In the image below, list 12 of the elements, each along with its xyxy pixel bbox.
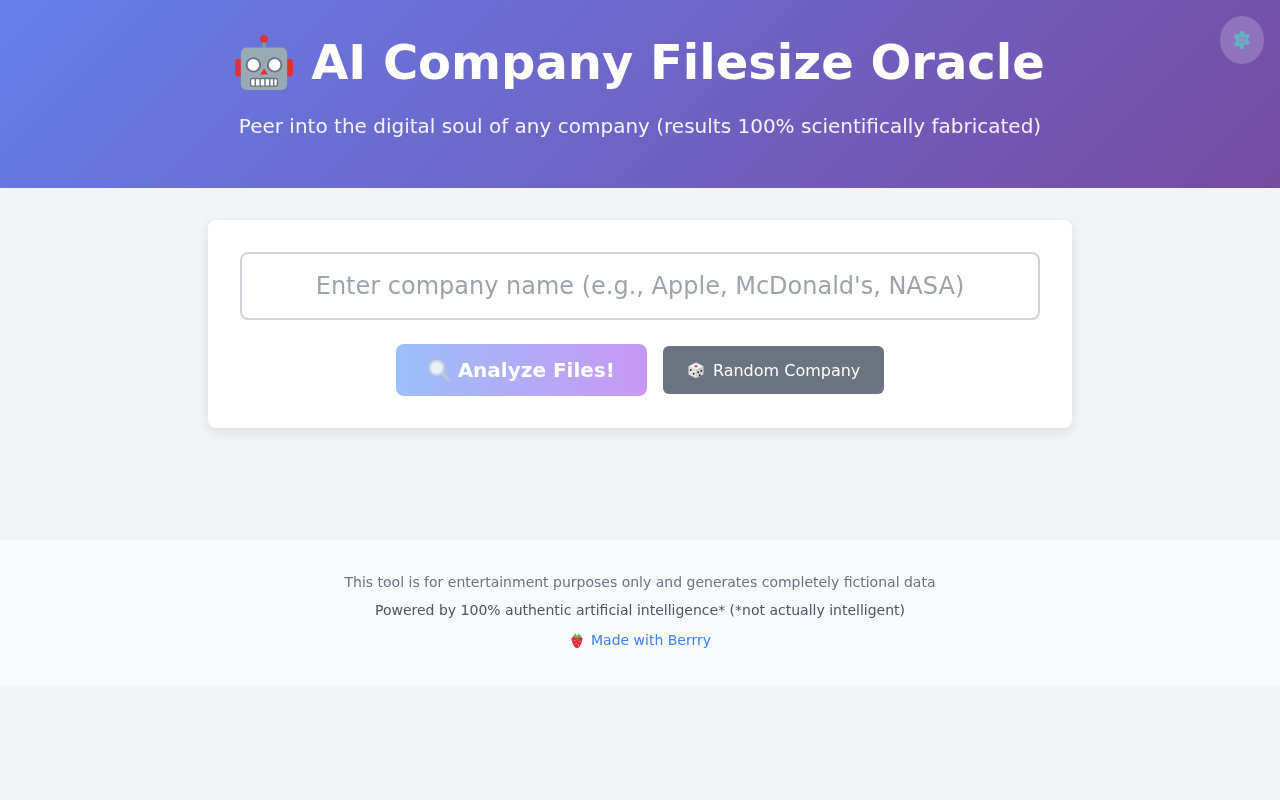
dice-icon	[686, 361, 705, 379]
settings-icon	[1232, 30, 1252, 50]
robot-icon	[235, 34, 294, 90]
magnifier-icon	[427, 359, 450, 381]
settings-button[interactable]	[1220, 16, 1264, 64]
disclaimer-text: This tool is for entertainment purposes only and generates completely fictional data	[343, 573, 937, 592]
credit-text: Powered by 100% authentic artificial intelligence* (*not actually intelligent)	[374, 601, 906, 620]
random-button[interactable]: Random Company	[662, 346, 885, 394]
made-with-link[interactable]: Made with Berrry	[590, 630, 711, 650]
company-name-input[interactable]: Enter company name (e.g., Apple, McDonald's, NASA)	[240, 252, 1040, 320]
page-subtitle: Peer into the digital soul of any company (results 100% scientifically fabricated)	[237, 113, 1043, 140]
page-title: AI Company Filesize Oracle	[311, 33, 1045, 92]
